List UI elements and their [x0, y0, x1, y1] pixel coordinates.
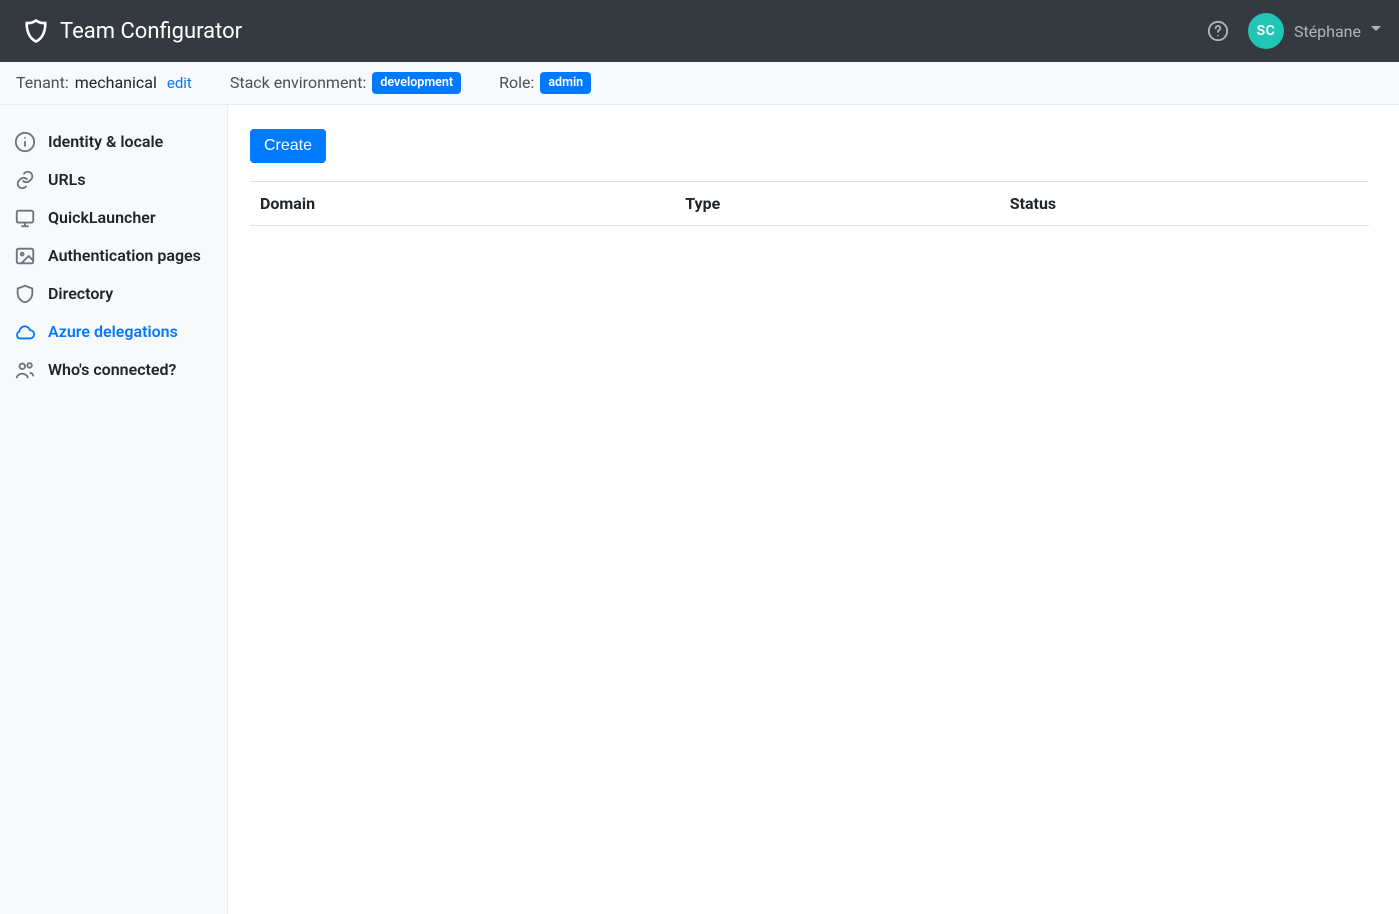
sidebar-item-label: Identity & locale — [48, 132, 163, 151]
column-header-type[interactable]: Type — [675, 181, 1000, 225]
chevron-down-icon — [1371, 26, 1381, 36]
sidebar-item-label: QuickLauncher — [48, 208, 156, 227]
sidebar: Identity & locale URLs QuickLauncher Aut… — [0, 105, 228, 914]
user-name: Stéphane — [1294, 22, 1361, 41]
user-menu[interactable]: SC Stéphane — [1248, 13, 1381, 49]
brand[interactable]: Team Configurator — [22, 17, 242, 45]
app-title: Team Configurator — [60, 19, 242, 44]
tenant-value: mechanical — [75, 73, 157, 92]
link-icon — [14, 169, 36, 191]
tenant-edit-link[interactable]: edit — [167, 74, 192, 92]
sidebar-item-auth-pages[interactable]: Authentication pages — [0, 237, 227, 275]
avatar: SC — [1248, 13, 1284, 49]
sidebar-item-label: Azure delegations — [48, 322, 178, 341]
sidebar-item-label: Directory — [48, 284, 113, 303]
sidebar-item-whos-connected[interactable]: Who's connected? — [0, 351, 227, 389]
tenant-info: Tenant: mechanical edit — [16, 73, 192, 92]
monitor-icon — [14, 207, 36, 229]
help-icon[interactable] — [1206, 19, 1230, 43]
sidebar-item-identity-locale[interactable]: Identity & locale — [0, 123, 227, 161]
create-button[interactable]: Create — [250, 129, 326, 163]
image-icon — [14, 245, 36, 267]
role-label: Role: — [499, 73, 534, 92]
top-navbar: Team Configurator SC Stéphane — [0, 0, 1399, 62]
cloud-icon — [14, 321, 36, 343]
context-bar: Tenant: mechanical edit Stack environmen… — [0, 62, 1399, 105]
sidebar-item-azure-delegations[interactable]: Azure delegations — [0, 313, 227, 351]
stack-env-info: Stack environment: development — [230, 72, 461, 94]
users-icon — [14, 359, 36, 381]
delegations-table: Domain Type Status — [250, 181, 1369, 226]
stack-label: Stack environment: — [230, 73, 367, 92]
info-icon — [14, 131, 36, 153]
sidebar-item-label: Who's connected? — [48, 360, 176, 379]
shield-logo-icon — [22, 17, 50, 45]
shield-icon — [14, 283, 36, 305]
sidebar-item-label: URLs — [48, 170, 86, 189]
column-header-status[interactable]: Status — [1000, 181, 1369, 225]
stack-env-badge: development — [372, 72, 461, 94]
sidebar-item-quicklauncher[interactable]: QuickLauncher — [0, 199, 227, 237]
sidebar-item-label: Authentication pages — [48, 246, 201, 265]
sidebar-item-urls[interactable]: URLs — [0, 161, 227, 199]
column-header-domain[interactable]: Domain — [250, 181, 675, 225]
main-content: Create Domain Type Status — [228, 105, 1399, 914]
tenant-label: Tenant: — [16, 73, 69, 92]
role-info: Role: admin — [499, 72, 591, 94]
sidebar-item-directory[interactable]: Directory — [0, 275, 227, 313]
role-badge: admin — [540, 72, 591, 94]
